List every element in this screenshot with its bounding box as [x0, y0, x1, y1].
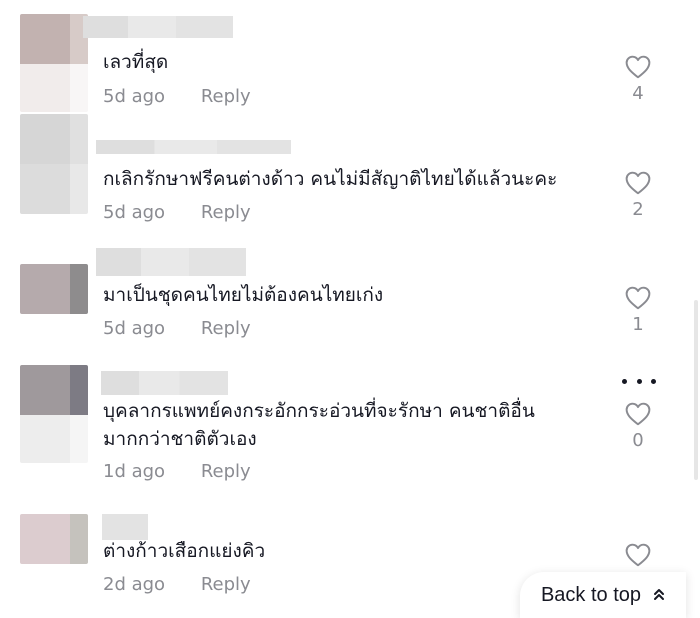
like-button[interactable]: [620, 543, 656, 567]
back-to-top-button[interactable]: Back to top: [520, 572, 686, 618]
username-redacted[interactable]: [96, 248, 246, 276]
comment-text: ต่างก้าวเสือกแย่งคิว: [103, 540, 266, 562]
comment-text: มาเป็นชุดคนไทยไม่ต้องคนไทยเก่ง: [103, 284, 384, 306]
avatar[interactable]: [20, 264, 88, 314]
comment-meta: 5d ago Reply: [103, 318, 251, 339]
more-horizontal-icon: [636, 378, 642, 384]
reply-button[interactable]: Reply: [201, 574, 251, 595]
avatar[interactable]: [20, 514, 88, 564]
like-button[interactable]: 1: [620, 286, 656, 335]
back-to-top-label: Back to top: [540, 583, 642, 606]
heart-outline-icon: [625, 55, 651, 79]
like-count: 1: [632, 314, 644, 335]
username-redacted[interactable]: [96, 140, 291, 154]
username-redacted[interactable]: [83, 16, 233, 38]
comment-time: 5d ago: [103, 202, 166, 223]
more-horizontal-icon: [651, 378, 656, 384]
like-count: 2: [632, 199, 644, 220]
like-count: 0: [632, 430, 644, 451]
comment-meta: 1d ago Reply: [103, 461, 251, 482]
username-redacted[interactable]: [101, 371, 228, 395]
chevron-double-up-icon: [653, 587, 665, 603]
like-button[interactable]: 0: [620, 402, 656, 451]
like-button[interactable]: 4: [620, 55, 656, 104]
comment-time: 2d ago: [103, 574, 166, 595]
like-count: 4: [632, 83, 644, 104]
reply-button[interactable]: Reply: [201, 202, 251, 223]
comment-meta: 2d ago Reply: [103, 574, 251, 595]
reply-button[interactable]: Reply: [201, 318, 251, 339]
heart-outline-icon: [625, 171, 651, 195]
comment-text: เลวที่สุด: [103, 51, 169, 73]
comment-meta: 5d ago Reply: [103, 86, 251, 107]
more-horizontal-icon: [622, 378, 627, 384]
reply-button[interactable]: Reply: [201, 461, 251, 482]
heart-outline-icon: [625, 402, 651, 426]
more-options-button[interactable]: [622, 376, 656, 386]
heart-outline-icon: [625, 286, 651, 310]
comment-time: 1d ago: [103, 461, 166, 482]
comment-meta: 5d ago Reply: [103, 202, 251, 223]
comment-text: กเลิกรักษาฟรีคนต่างด้าว คนไม่มีสัญาติไทย…: [103, 168, 558, 190]
scrollbar[interactable]: [694, 300, 698, 480]
avatar[interactable]: [20, 14, 88, 112]
avatar[interactable]: [20, 365, 88, 463]
like-button[interactable]: 2: [620, 171, 656, 220]
comment-text-line-2: มากกว่าชาติตัวเอง: [103, 428, 257, 450]
reply-button[interactable]: Reply: [201, 86, 251, 107]
avatar[interactable]: [20, 114, 88, 214]
comment-time: 5d ago: [103, 86, 166, 107]
comment-time: 5d ago: [103, 318, 166, 339]
comment-text-line-1: บุคลากรแพทย์คงกระอักกระอ่วนที่จะรักษา คน…: [103, 400, 535, 422]
heart-outline-icon: [625, 543, 651, 567]
